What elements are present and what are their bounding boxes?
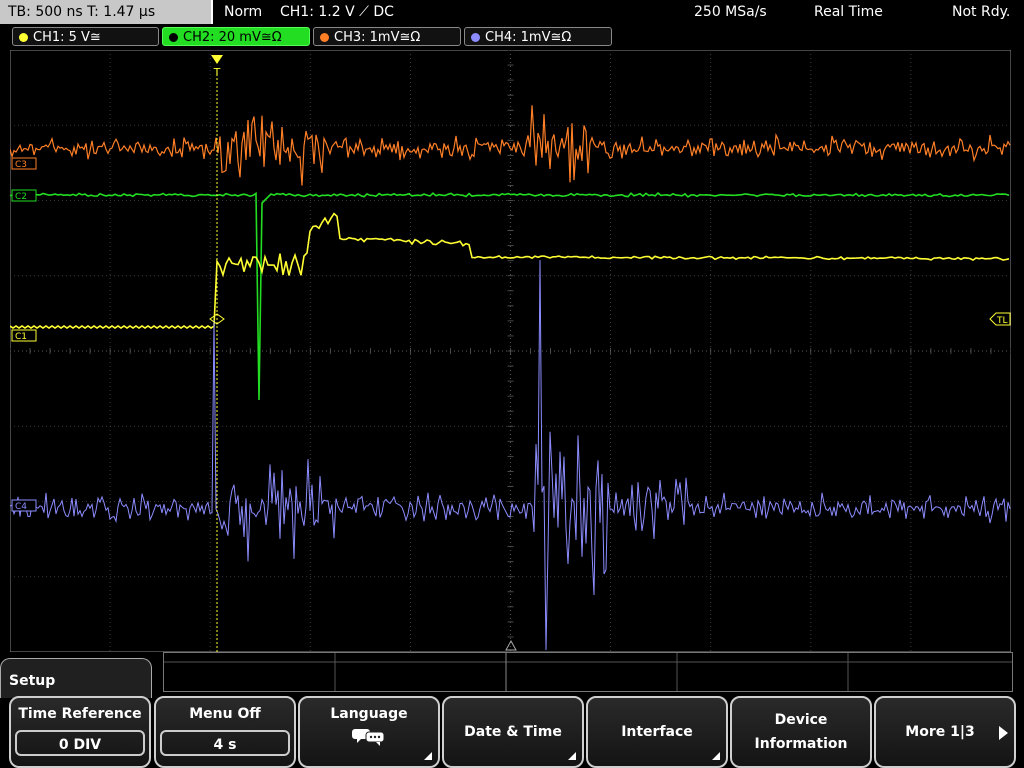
channel-4-marker[interactable]: C4 [11, 499, 37, 512]
waveform-display[interactable]: T C3 C2 C1 C4 TL [10, 50, 1011, 652]
device-information-label: Device Information [732, 708, 870, 756]
menu-off-value: 4 s [160, 730, 290, 756]
channel-2-marker[interactable]: C2 [11, 189, 37, 202]
channel-1-marker[interactable]: C1 [11, 329, 37, 342]
trigger-level-label: TL [996, 316, 1008, 326]
trigger-status: Not Rdy. [952, 4, 1011, 20]
time-reference-label: Time Reference [18, 706, 142, 722]
channel-2-dot-icon [169, 33, 178, 42]
device-information-button[interactable]: Device Information [730, 696, 872, 768]
time-reference-button[interactable]: Time Reference 0 DIV [9, 696, 151, 768]
channel-3-dot-icon [320, 33, 329, 42]
language-button[interactable]: Language [298, 696, 440, 768]
channel-4-dot-icon [471, 33, 480, 42]
trigger-mode[interactable]: Norm [224, 0, 262, 24]
date-time-button[interactable]: Date & Time [442, 696, 584, 768]
time-reference-value: 0 DIV [15, 730, 145, 756]
channel-1-label: CH1: 5 V≅ [33, 30, 101, 45]
channel-4-marker-label: C4 [15, 502, 27, 512]
trigger-info[interactable]: CH1: 1.2 V ⟋ DC [280, 0, 394, 24]
acquisition-mode: Real Time [814, 4, 883, 20]
softkey-menu: Setup Time Reference 0 DIV Menu Off 4 s … [0, 652, 1024, 768]
channel-3-label: CH3: 1mV≅Ω [334, 30, 421, 45]
interface-label: Interface [621, 724, 693, 740]
status-bar: TB: 500 ns T: 1.47 µs Norm CH1: 1.2 V ⟋ … [0, 0, 1024, 24]
channel-4-label: CH4: 1mV≅Ω [485, 30, 572, 45]
right-arrow-icon [999, 726, 1008, 740]
channel-4-chip[interactable]: CH4: 1mV≅Ω [464, 27, 612, 46]
channel-3-marker-label: C3 [15, 160, 27, 170]
more-label: More 1|3 [905, 724, 975, 740]
date-time-label: Date & Time [464, 724, 562, 740]
menu-title-tab: Setup [0, 658, 152, 698]
channel-2-marker-label: C2 [15, 192, 27, 202]
interface-button[interactable]: Interface [586, 696, 728, 768]
channel-1-marker-label: C1 [15, 332, 27, 342]
channel-bar: CH1: 5 V≅ CH2: 20 mV≅Ω CH3: 1mV≅Ω CH4: 1… [0, 27, 1024, 48]
trigger-marker-label: T [213, 66, 221, 79]
channel-2-chip[interactable]: CH2: 20 mV≅Ω [162, 27, 310, 46]
menu-off-button[interactable]: Menu Off 4 s [154, 696, 296, 768]
sample-rate: 250 MSa/s [694, 4, 767, 20]
submenu-indicator-icon [712, 752, 720, 760]
channel-3-marker[interactable]: C3 [11, 157, 37, 170]
channel-3-chip[interactable]: CH3: 1mV≅Ω [313, 27, 461, 46]
speech-bubbles-icon [352, 729, 385, 746]
submenu-indicator-icon [568, 752, 576, 760]
device-information-line-1: Device [774, 712, 828, 728]
channel-2-label: CH2: 20 mV≅Ω [183, 30, 282, 45]
channel-1-chip[interactable]: CH1: 5 V≅ [12, 27, 159, 46]
more-button[interactable]: More 1|3 [874, 696, 1016, 768]
menu-info-strip [163, 652, 1013, 692]
device-information-line-2: Information [754, 736, 848, 752]
menu-off-label: Menu Off [189, 706, 261, 722]
channel-1-dot-icon [19, 33, 28, 42]
submenu-indicator-icon [424, 752, 432, 760]
language-label: Language [330, 706, 408, 722]
menu-strip-grid [164, 653, 1012, 691]
timebase-readout[interactable]: TB: 500 ns T: 1.47 µs [0, 0, 213, 24]
